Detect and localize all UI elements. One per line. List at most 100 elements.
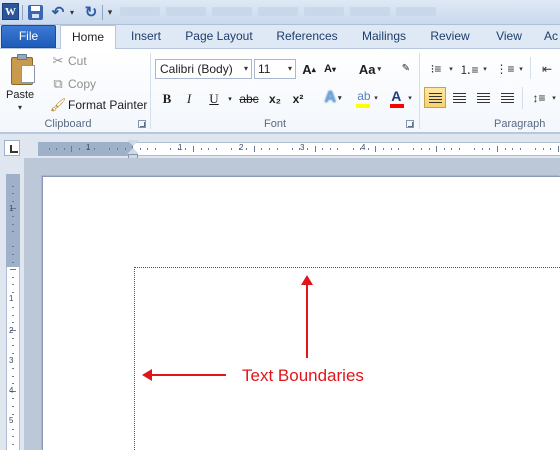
qat-divider bbox=[102, 5, 103, 20]
ruler-tick bbox=[12, 261, 14, 263]
ribbon-home: Paste ▾ ✂ Cut ⧉ Copy 🖌 Format Painter Cl… bbox=[0, 49, 560, 133]
customize-qat-icon[interactable]: ▾ bbox=[106, 4, 114, 20]
word-app-icon[interactable]: W bbox=[2, 3, 19, 20]
ruler-tick bbox=[512, 148, 514, 150]
tab-mailings[interactable]: Mailings bbox=[356, 25, 412, 49]
shrink-font-button[interactable]: A ▾ bbox=[320, 59, 340, 79]
paste-button[interactable]: Paste bbox=[6, 89, 34, 101]
ruler-tick bbox=[200, 148, 202, 150]
change-case-button[interactable]: Aa ▾ bbox=[355, 59, 385, 79]
decrease-indent-icon[interactable]: ⇤ bbox=[536, 59, 558, 79]
clipboard-launcher-icon[interactable] bbox=[138, 120, 146, 128]
line-spacing-icon[interactable]: ↕≡ bbox=[528, 88, 550, 108]
text-effects-button[interactable]: A ▾ bbox=[318, 88, 348, 108]
paste-icon[interactable] bbox=[9, 54, 37, 86]
horizontal-ruler[interactable]: 1 1 2 3 4 bbox=[0, 134, 560, 160]
font-launcher-icon[interactable] bbox=[406, 120, 414, 128]
multilevel-list-icon[interactable]: ⋮≡ bbox=[494, 59, 516, 79]
ruler-tick bbox=[550, 148, 552, 150]
numbering-dropdown-icon[interactable]: ▾ bbox=[480, 59, 490, 79]
line-spacing-dropdown-icon[interactable]: ▾ bbox=[549, 88, 559, 108]
annotation-label: Text Boundaries bbox=[242, 366, 364, 385]
ruler-tick bbox=[71, 146, 73, 152]
paste-dropdown-icon[interactable]: ▾ bbox=[18, 103, 22, 112]
ruler-tick bbox=[12, 383, 14, 385]
format-painter-button[interactable]: 🖌 Format Painter bbox=[49, 96, 148, 114]
ruler-tick bbox=[147, 148, 149, 150]
group-divider bbox=[530, 57, 531, 79]
ruler-tick bbox=[231, 148, 232, 150]
underline-dropdown-icon[interactable]: ▾ bbox=[226, 89, 234, 109]
font-size-select[interactable]: 11 ▾ bbox=[254, 59, 296, 79]
ruler-tick bbox=[12, 276, 14, 278]
indent-marker-icon[interactable] bbox=[127, 140, 139, 160]
subscript-button[interactable]: x₂ bbox=[266, 89, 284, 109]
ruler-tick bbox=[109, 148, 111, 150]
justify-icon[interactable] bbox=[496, 88, 518, 108]
numbering-icon[interactable]: ⒈≡ bbox=[458, 59, 480, 79]
tab-references[interactable]: References bbox=[271, 25, 343, 49]
ruler-tick bbox=[428, 148, 430, 150]
ruler-tick bbox=[208, 148, 210, 150]
undo-dropdown-icon[interactable]: ▾ bbox=[68, 4, 76, 20]
redo-icon[interactable]: ↻ bbox=[83, 4, 99, 21]
text-effects-icon: A bbox=[324, 89, 337, 106]
copy-button[interactable]: ⧉ Copy bbox=[50, 75, 96, 93]
ruler-tick bbox=[12, 314, 14, 316]
bold-button[interactable]: B bbox=[158, 89, 176, 109]
superscript-button[interactable]: x² bbox=[289, 89, 307, 109]
align-left-icon[interactable] bbox=[424, 88, 446, 108]
ruler-tick bbox=[383, 148, 384, 150]
tab-file[interactable]: File bbox=[1, 25, 56, 48]
font-color-button[interactable]: A ▾ bbox=[384, 88, 414, 108]
font-name-select[interactable]: Calibri (Body) ▾ bbox=[155, 59, 252, 79]
save-icon[interactable] bbox=[28, 5, 43, 20]
tab-view[interactable]: View bbox=[490, 25, 528, 49]
grow-font-button[interactable]: A ▴ bbox=[299, 59, 319, 79]
ruler-tick bbox=[443, 148, 445, 150]
ruler-tick bbox=[12, 193, 14, 195]
ruler-tick bbox=[12, 246, 14, 248]
paintbrush-icon: 🖌 bbox=[49, 97, 67, 112]
ruler-tick bbox=[193, 146, 194, 152]
ruler-tick bbox=[117, 148, 118, 150]
tab-selector-icon[interactable] bbox=[4, 140, 20, 156]
italic-button[interactable]: I bbox=[180, 89, 198, 109]
ruler-tick bbox=[12, 254, 14, 255]
align-right-icon[interactable] bbox=[472, 88, 494, 108]
tab-insert[interactable]: Insert bbox=[125, 25, 167, 49]
tab-page-layout[interactable]: Page Layout bbox=[181, 25, 257, 49]
undo-icon[interactable]: ↶ bbox=[50, 4, 66, 21]
ruler-tick bbox=[459, 148, 460, 150]
phonetic-guide-icon[interactable]: ✎ bbox=[396, 58, 416, 78]
ruler-tick bbox=[139, 148, 141, 150]
align-center-icon[interactable] bbox=[448, 88, 470, 108]
ruler-tick bbox=[413, 148, 415, 150]
vertical-ruler[interactable]: 1 1 2 3 4 5 bbox=[0, 158, 24, 450]
underline-button[interactable]: U bbox=[205, 89, 223, 109]
ruler-tick bbox=[48, 148, 50, 150]
highlight-button[interactable]: ab ▾ bbox=[350, 88, 380, 108]
cut-button[interactable]: ✂ Cut bbox=[50, 52, 87, 70]
shrink-font-icon: A bbox=[324, 63, 332, 75]
ruler-tick bbox=[535, 148, 536, 150]
ruler-tick bbox=[12, 444, 14, 445]
ruler-tick bbox=[519, 148, 521, 150]
tab-home[interactable]: Home bbox=[60, 25, 116, 50]
strikethrough-button[interactable]: abc bbox=[237, 89, 261, 109]
annotation-arrow-left bbox=[142, 369, 226, 381]
faded-title-area bbox=[120, 7, 436, 16]
ruler-tick bbox=[497, 146, 498, 152]
ruler-tick bbox=[12, 307, 14, 309]
multilevel-dropdown-icon[interactable]: ▾ bbox=[516, 59, 526, 79]
paragraph-group-label: Paragraph bbox=[494, 118, 546, 130]
ruler-number: 3 bbox=[300, 143, 305, 152]
tab-addins[interactable]: Ac bbox=[544, 25, 560, 49]
ruler-tick bbox=[489, 148, 491, 150]
bullets-dropdown-icon[interactable]: ▾ bbox=[446, 59, 456, 79]
change-case-icon: Aa bbox=[358, 61, 376, 77]
bullets-icon[interactable]: ⁝≡ bbox=[425, 59, 447, 79]
ruler-tick bbox=[504, 148, 506, 150]
tab-review[interactable]: Review bbox=[426, 25, 474, 49]
ruler-tick bbox=[269, 148, 270, 150]
